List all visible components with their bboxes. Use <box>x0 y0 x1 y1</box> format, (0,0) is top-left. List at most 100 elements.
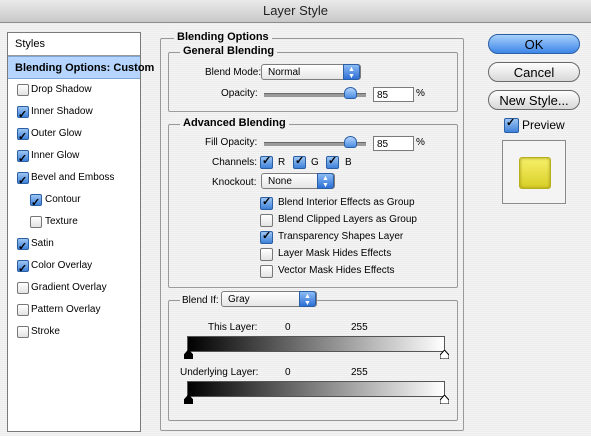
styles-item-stroke[interactable]: Stroke <box>8 321 140 343</box>
blend-clipped-checkbox[interactable] <box>260 214 273 227</box>
fill-opacity-label: Fill Opacity: <box>205 137 258 148</box>
texture-checkbox[interactable] <box>30 216 42 228</box>
this-layer-white-slider[interactable] <box>440 350 449 359</box>
underlying-layer-max: 255 <box>351 367 368 378</box>
transparency-shapes-checkbox[interactable] <box>260 229 273 244</box>
styles-item-texture[interactable]: Texture <box>8 211 140 233</box>
transparency-shapes-label: Transparency Shapes Layer <box>278 231 404 242</box>
channel-r-label: R <box>278 157 286 168</box>
underlying-layer-gradient <box>187 381 445 397</box>
blend-mode-label: Blend Mode: <box>205 67 262 78</box>
gradient-overlay-label: Gradient Overlay <box>31 282 107 293</box>
blend-if-label: Blend If: <box>180 295 221 306</box>
advanced-blending-title: Advanced Blending <box>180 117 289 129</box>
inner-shadow-label: Inner Shadow <box>31 106 93 117</box>
underlying-layer-black-slider[interactable] <box>184 395 193 404</box>
styles-item-pattern-overlay[interactable]: Pattern Overlay <box>8 299 140 321</box>
underlying-layer-label: Underlying Layer: <box>180 367 259 378</box>
channels-label: Channels: <box>212 157 258 168</box>
blend-mode-select[interactable]: Normal ▲ ▼ <box>261 64 361 80</box>
general-blending-title: General Blending <box>180 45 278 57</box>
styles-item-blending-options[interactable]: Blending Options: Custom <box>8 56 154 79</box>
blending-options-title: Blending Options <box>174 31 272 43</box>
layer-style-dialog: Layer Style Styles Blending Options: Cus… <box>0 0 591 436</box>
blend-clipped-label: Blend Clipped Layers as Group <box>278 214 417 225</box>
outer-glow-checkbox[interactable] <box>17 126 29 148</box>
chevron-updown-icon: ▲ ▼ <box>299 291 316 307</box>
this-layer-black-slider[interactable] <box>184 350 193 359</box>
stroke-label: Stroke <box>31 326 60 337</box>
fill-opacity-input[interactable]: 85 <box>373 136 414 151</box>
chevron-updown-icon: ▲ ▼ <box>343 64 360 80</box>
inner-glow-checkbox[interactable] <box>17 148 29 170</box>
pattern-overlay-label: Pattern Overlay <box>31 304 101 315</box>
this-layer-label: This Layer: <box>208 322 258 333</box>
preview-label[interactable]: Preview <box>522 118 565 132</box>
styles-panel: Styles Blending Options: Custom Drop Sha… <box>7 32 154 432</box>
layer-mask-hides-label: Layer Mask Hides Effects <box>278 248 392 259</box>
styles-item-inner-shadow[interactable]: Inner Shadow <box>8 101 140 126</box>
fill-opacity-slider-knob[interactable] <box>344 136 357 148</box>
styles-item-drop-shadow[interactable]: Drop Shadow <box>8 79 140 101</box>
styles-item-color-overlay[interactable]: Color Overlay <box>8 255 140 280</box>
window-title: Layer Style <box>0 0 591 23</box>
drop-shadow-label: Drop Shadow <box>31 84 92 95</box>
blend-interior-label: Blend Interior Effects as Group <box>278 197 415 208</box>
gradient-overlay-checkbox[interactable] <box>17 282 29 294</box>
satin-checkbox[interactable] <box>17 236 29 258</box>
styles-item-contour[interactable]: Contour <box>8 189 140 214</box>
opacity-input[interactable]: 85 <box>373 87 414 102</box>
inner-shadow-checkbox[interactable] <box>17 104 29 126</box>
vector-mask-hides-label: Vector Mask Hides Effects <box>278 265 395 276</box>
styles-item-outer-glow[interactable]: Outer Glow <box>8 123 140 148</box>
styles-item-inner-glow[interactable]: Inner Glow <box>8 145 140 170</box>
pattern-overlay-checkbox[interactable] <box>17 304 29 316</box>
chevron-updown-icon: ▲ ▼ <box>317 173 334 189</box>
this-layer-min: 0 <box>285 322 291 333</box>
fill-opacity-unit: % <box>416 137 425 148</box>
opacity-label: Opacity: <box>221 88 258 99</box>
blend-interior-checkbox[interactable] <box>260 195 273 210</box>
drop-shadow-checkbox[interactable] <box>17 84 29 96</box>
new-style-button[interactable]: New Style... <box>488 90 580 110</box>
underlying-layer-min: 0 <box>285 367 291 378</box>
contour-checkbox[interactable] <box>30 192 42 214</box>
blend-if-value: Gray <box>228 294 250 305</box>
color-overlay-checkbox[interactable] <box>17 258 29 280</box>
stroke-checkbox[interactable] <box>17 326 29 338</box>
styles-item-bevel-emboss[interactable]: Bevel and Emboss <box>8 167 140 192</box>
channel-r-checkbox[interactable] <box>260 154 273 169</box>
channel-g-label: G <box>311 157 319 168</box>
inner-glow-label: Inner Glow <box>31 150 80 161</box>
channel-b-checkbox[interactable] <box>326 154 339 169</box>
general-blending-group <box>168 52 458 112</box>
underlying-layer-white-slider[interactable] <box>440 395 449 404</box>
cancel-button[interactable]: Cancel <box>488 62 580 82</box>
this-layer-max: 255 <box>351 322 368 333</box>
blend-if-group <box>168 300 458 421</box>
ok-button[interactable]: OK <box>488 34 580 54</box>
color-overlay-label: Color Overlay <box>31 260 93 271</box>
contour-label: Contour <box>45 194 81 205</box>
blend-mode-value: Normal <box>268 67 301 78</box>
knockout-label: Knockout: <box>212 177 257 188</box>
opacity-unit: % <box>416 88 425 99</box>
knockout-value: None <box>268 176 292 187</box>
preview-swatch <box>519 157 551 189</box>
opacity-slider-knob[interactable] <box>344 87 357 99</box>
vector-mask-hides-checkbox[interactable] <box>260 265 273 278</box>
bevel-emboss-label: Bevel and Emboss <box>31 172 115 183</box>
styles-item-satin[interactable]: Satin <box>8 233 140 258</box>
channel-g-checkbox[interactable] <box>293 154 306 169</box>
styles-item-gradient-overlay[interactable]: Gradient Overlay <box>8 277 140 299</box>
satin-label: Satin <box>31 238 54 249</box>
layer-mask-hides-checkbox[interactable] <box>260 248 273 261</box>
blend-if-select[interactable]: Gray ▲ ▼ <box>221 291 317 307</box>
preview-checkbox[interactable] <box>504 116 519 133</box>
this-layer-gradient <box>187 336 445 352</box>
texture-label: Texture <box>45 216 78 227</box>
bevel-emboss-checkbox[interactable] <box>17 170 29 192</box>
styles-header[interactable]: Styles <box>8 33 140 56</box>
knockout-select[interactable]: None ▲ ▼ <box>261 173 335 189</box>
channel-b-label: B <box>345 157 352 168</box>
